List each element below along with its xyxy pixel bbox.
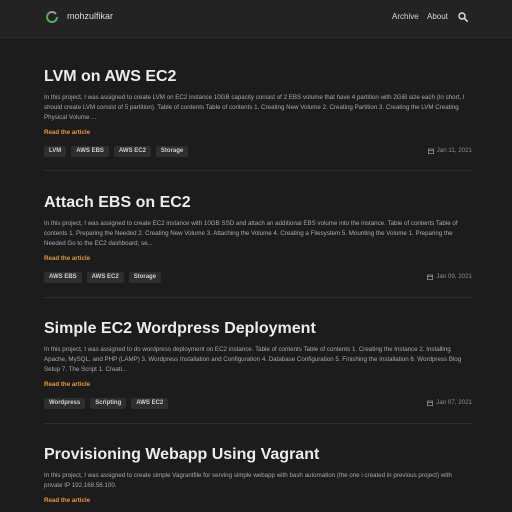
- post-title[interactable]: LVM on AWS EC2: [44, 68, 176, 86]
- search-icon[interactable]: [458, 12, 468, 22]
- tag[interactable]: LVM: [44, 146, 67, 157]
- tag-list: AWS EBS AWS EC2 Storage: [44, 272, 162, 283]
- post-date-text: Jan 11, 2021: [436, 147, 472, 154]
- post-title[interactable]: Provisioning Webapp Using Vagrant: [44, 446, 319, 464]
- post-card: Attach EBS on EC2 In this project, I was…: [44, 194, 472, 286]
- nav-archive-link[interactable]: Archive: [392, 12, 419, 21]
- post-card: LVM on AWS EC2 In this project, I was as…: [44, 68, 472, 160]
- nav-about-link[interactable]: About: [427, 12, 448, 21]
- post-date: Jan 09, 2021: [427, 273, 472, 280]
- divider: [44, 297, 472, 298]
- tag-list: LVM AWS EBS AWS EC2 Storage: [44, 146, 189, 157]
- tag[interactable]: Storage: [128, 272, 162, 283]
- post-card: Provisioning Webapp Using Vagrant In thi…: [44, 446, 472, 512]
- post-title[interactable]: Attach EBS on EC2: [44, 194, 191, 212]
- tag[interactable]: Storage: [155, 146, 189, 157]
- site-header: mohzulfikar Archive About: [0, 0, 512, 38]
- post-card: Simple EC2 Wordpress Deployment In this …: [44, 320, 472, 412]
- post-summary: In this project, I was assigned to do wo…: [44, 346, 462, 374]
- read-article-link[interactable]: Read the article: [44, 129, 90, 136]
- divider: [44, 170, 472, 171]
- post-date: Jan 07, 2021: [427, 399, 472, 406]
- read-article-link[interactable]: Read the article: [44, 381, 90, 388]
- post-summary: In this project, I was assigned to creat…: [44, 472, 452, 490]
- post-title[interactable]: Simple EC2 Wordpress Deployment: [44, 320, 316, 338]
- tag-list: Wordpress Scripting AWS EC2: [44, 398, 169, 409]
- tag[interactable]: AWS EBS: [44, 272, 82, 283]
- post-summary: In this project, I was assigned to creat…: [44, 94, 465, 122]
- read-article-link[interactable]: Read the article: [44, 497, 90, 504]
- tag[interactable]: AWS EC2: [131, 398, 169, 409]
- tag[interactable]: AWS EC2: [86, 272, 124, 283]
- divider: [44, 423, 472, 424]
- ring-logo-icon[interactable]: [45, 10, 59, 24]
- post-date: Jan 11, 2021: [427, 147, 472, 154]
- read-article-link[interactable]: Read the article: [44, 255, 90, 262]
- tag[interactable]: Scripting: [90, 398, 127, 409]
- calendar-icon: [427, 148, 434, 154]
- post-date-text: Jan 07, 2021: [436, 399, 472, 406]
- tag[interactable]: AWS EC2: [113, 146, 151, 157]
- post-summary: In this project, I was assigned to creat…: [44, 220, 458, 248]
- calendar-icon: [427, 400, 434, 406]
- calendar-icon: [427, 274, 434, 280]
- post-date-text: Jan 09, 2021: [436, 273, 472, 280]
- tag[interactable]: Wordpress: [44, 398, 86, 409]
- site-name[interactable]: mohzulfikar: [67, 11, 113, 21]
- tag[interactable]: AWS EBS: [71, 146, 109, 157]
